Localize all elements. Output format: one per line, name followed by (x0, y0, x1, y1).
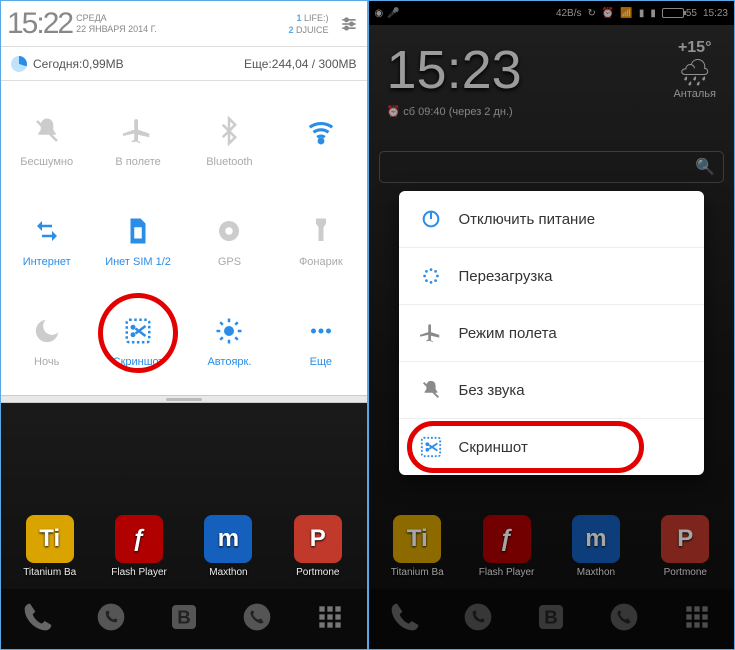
gps-icon (212, 214, 246, 248)
toggle-internet[interactable]: Интернет (1, 191, 92, 291)
toggle-label: Еще (310, 356, 332, 368)
toggle-label: Скриншот (113, 356, 164, 368)
date: 22 ЯНВАРЯ 2014 Г. (76, 24, 288, 35)
toggle-label: Фонарик (299, 256, 343, 268)
app-label: Flash Player (111, 567, 167, 578)
data-remaining: Еще:244,04 / 300MB (244, 57, 356, 71)
menu-silent[interactable]: Без звука (399, 362, 705, 419)
toggle-more[interactable]: Еще (275, 291, 366, 391)
toggle-airplane[interactable]: В полете (92, 91, 183, 191)
bell-off-icon (30, 114, 64, 148)
toggle-label: Bluetooth (206, 156, 252, 168)
menu-label: Отключить питание (459, 211, 596, 228)
wifi-icon (304, 114, 338, 148)
panel-handle[interactable] (1, 395, 367, 403)
data-usage-row[interactable]: Сегодня:0,99MB Еще:244,04 / 300MB (1, 47, 367, 81)
app-label: Titanium Ba (23, 567, 76, 578)
sim1-idx: 1 (296, 13, 301, 23)
toggle-auto-brightness[interactable]: Автоярк. (184, 291, 275, 391)
menu-power-off[interactable]: Отключить питание (399, 191, 705, 248)
toggle-label: В полете (115, 156, 160, 168)
menu-screenshot[interactable]: Скриншот (399, 419, 705, 475)
scissors-icon (419, 435, 443, 459)
phone-icon[interactable] (22, 601, 54, 638)
bluetooth-icon (212, 114, 246, 148)
data-swap-icon (30, 214, 64, 248)
settings-icon[interactable] (335, 1, 363, 46)
menu-label: Перезагрузка (459, 268, 553, 285)
whatsapp-icon[interactable] (95, 601, 127, 638)
toggle-wifi[interactable]: Wi-Fi (275, 91, 366, 191)
toggle-label: Ночь (34, 356, 59, 368)
phone-left: 15:22 СРЕДА 22 ЯНВАРЯ 2014 Г. 1 LIFE:) 2… (0, 0, 368, 650)
toggle-night[interactable]: Ночь (1, 291, 92, 391)
svg-text:B: B (177, 606, 190, 627)
sim-indicators: 1 LIFE:) 2 DJUICE (288, 1, 334, 46)
toggle-sim-data[interactable]: Инет SIM 1/2 (92, 191, 183, 291)
toggle-label: Инет SIM 1/2 (105, 256, 171, 268)
app-label: Maxthon (209, 567, 247, 578)
menu-reboot[interactable]: Перезагрузка (399, 248, 705, 305)
viber-icon[interactable] (241, 601, 273, 638)
sim-icon (121, 214, 155, 248)
toggle-bluetooth[interactable]: Bluetooth (184, 91, 275, 191)
home-apps-row: TiTitanium Ba ƒFlash Player mMaxthon PPo… (1, 503, 367, 589)
app-flash[interactable]: ƒFlash Player (99, 515, 179, 578)
reboot-icon (419, 264, 443, 288)
power-icon (419, 207, 443, 231)
clock: 15:22 (5, 7, 76, 41)
weekday: СРЕДА (76, 13, 288, 24)
data-pie-icon (11, 56, 27, 72)
app-drawer-icon[interactable] (314, 601, 346, 638)
power-menu: Отключить питание Перезагрузка Режим пол… (399, 191, 705, 475)
phone-right: ◉ 🎤 42B/s ↻ ⏰ 📶 ▮ ▮ 55 15:23 15:23 ⏰ сб … (368, 0, 735, 650)
toggle-label: GPS (218, 256, 241, 268)
app-maxthon[interactable]: mMaxthon (188, 515, 268, 578)
menu-label: Скриншот (459, 439, 528, 456)
toggle-label: Бесшумно (20, 156, 73, 168)
toggle-silent[interactable]: Бесшумно (1, 91, 92, 191)
dock-bar: B (1, 589, 367, 649)
sim1-label: LIFE:) (304, 13, 329, 23)
quick-settings-grid: Бесшумно В полете Bluetooth Wi-Fi Интерн… (1, 81, 367, 395)
sim2-label: DJUICE (296, 25, 329, 35)
date-block: СРЕДА 22 ЯНВАРЯ 2014 Г. (76, 1, 288, 46)
airplane-icon (121, 114, 155, 148)
app-titanium[interactable]: TiTitanium Ba (10, 515, 90, 578)
toggle-label: Интернет (23, 256, 71, 268)
vk-icon[interactable]: B (168, 601, 200, 638)
sim2-idx: 2 (288, 25, 293, 35)
airplane-icon (419, 321, 443, 345)
menu-label: Режим полета (459, 325, 557, 342)
scissors-icon (121, 314, 155, 348)
toggle-label: Автоярк. (207, 356, 251, 368)
notification-panel: 15:22 СРЕДА 22 ЯНВАРЯ 2014 Г. 1 LIFE:) 2… (1, 1, 367, 403)
moon-icon (30, 314, 64, 348)
menu-airplane[interactable]: Режим полета (399, 305, 705, 362)
status-bar: 15:22 СРЕДА 22 ЯНВАРЯ 2014 Г. 1 LIFE:) 2… (1, 1, 367, 47)
toggle-gps[interactable]: GPS (184, 191, 275, 291)
brightness-icon (212, 314, 246, 348)
flashlight-icon (304, 214, 338, 248)
menu-label: Без звука (459, 382, 525, 399)
toggle-flashlight[interactable]: Фонарик (275, 191, 366, 291)
bell-off-icon (419, 378, 443, 402)
app-label: Portmone (296, 567, 339, 578)
data-today: Сегодня:0,99MB (33, 57, 124, 71)
toggle-screenshot[interactable]: Скриншот (92, 291, 183, 391)
more-icon (304, 314, 338, 348)
app-portmone[interactable]: PPortmone (278, 515, 358, 578)
